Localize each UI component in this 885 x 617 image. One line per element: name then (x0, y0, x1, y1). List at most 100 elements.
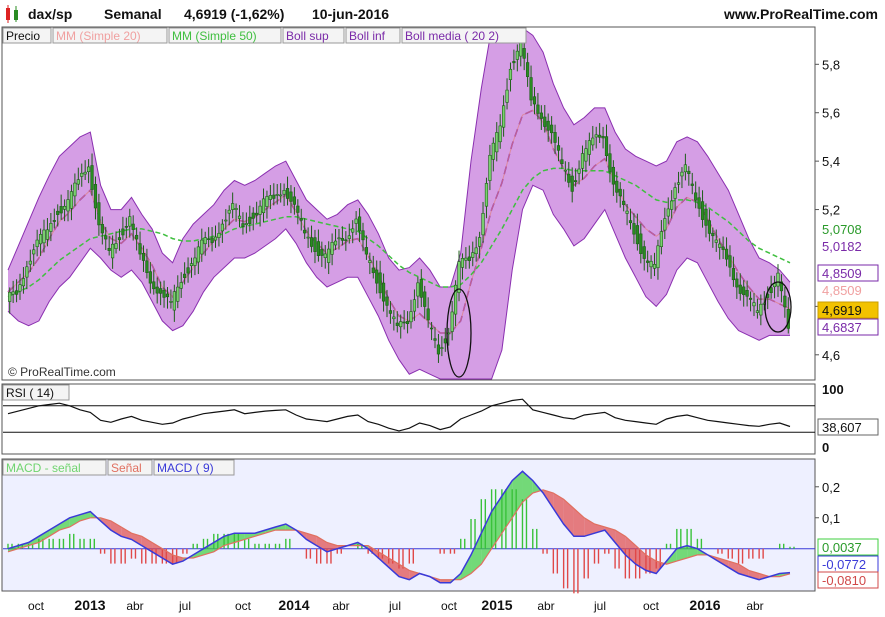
x-tick-label: oct (441, 599, 458, 613)
candle-body (183, 273, 187, 278)
candle-body (337, 237, 341, 240)
candle-body (114, 243, 118, 249)
candle-body (488, 154, 492, 181)
candle-body (100, 223, 104, 234)
candle-body (409, 311, 413, 323)
candle-body (399, 321, 403, 328)
candle-body (351, 228, 355, 233)
candle-body (560, 159, 564, 165)
candle-body (433, 338, 437, 341)
candle-body (752, 302, 756, 307)
candle-body (700, 201, 705, 220)
rsi-panel (1, 383, 816, 455)
candle-body (628, 220, 633, 224)
header: dax/sp Semanal 4,6919 (-1,62%) 10-jun-20… (6, 5, 878, 23)
candle-body (45, 229, 50, 240)
candle-body (323, 253, 327, 259)
candle-body (690, 183, 694, 186)
candle-body (467, 256, 471, 261)
candle-body (491, 142, 495, 160)
candle-body (327, 248, 331, 263)
legend-boll-inf: Boll inf (349, 29, 386, 43)
candle-body (731, 268, 736, 281)
candle-body (227, 209, 231, 214)
candle-body (368, 260, 372, 263)
candle-body (676, 182, 681, 185)
candle-body (742, 286, 746, 296)
candle-body (59, 206, 63, 214)
candle-body (231, 203, 235, 210)
candle-body (474, 247, 478, 255)
candle-body (604, 136, 609, 157)
candle-body (539, 112, 543, 119)
tag-signal: -0,0810 (817, 571, 879, 589)
candle-body (436, 344, 441, 355)
candle-body (124, 226, 128, 228)
candle-body (344, 239, 348, 242)
candle-body (618, 188, 622, 197)
candle-body (508, 68, 513, 80)
candle-body (42, 229, 46, 244)
candle-body (87, 166, 91, 172)
candle-body (224, 219, 228, 222)
date-label: 10-jun-2016 (312, 6, 389, 22)
candle-body (268, 195, 272, 200)
candle-body (666, 208, 670, 217)
tag-boll-media: 5,0182 (817, 237, 879, 255)
tag-layer: 5,0708 5,0182 4,8509 4,8509 4,6919 4,6837 38,6… (817, 220, 879, 589)
candle-body (478, 237, 482, 247)
candle-body (69, 191, 74, 209)
x-tick-label: jul (388, 599, 401, 613)
candle-body (165, 293, 170, 298)
candle-body (608, 153, 612, 173)
candle-body (502, 105, 506, 128)
candle-body (279, 194, 283, 197)
candle-body (11, 291, 15, 295)
candle-body (498, 125, 502, 143)
candle-body (711, 232, 715, 237)
candle-body (495, 132, 499, 153)
candle-body (261, 198, 266, 214)
legend-rsi-label: RSI ( 14) (6, 386, 54, 400)
candle-body (574, 180, 578, 183)
candle-body (505, 89, 509, 103)
candle-body (52, 220, 56, 222)
candle-body (748, 297, 753, 300)
candle-body (440, 347, 444, 349)
candle-body (93, 184, 98, 209)
candle-body (601, 136, 605, 139)
chart-window: { "header": { "symbol": "dax/sp", "perio… (0, 0, 885, 617)
candle-body (598, 134, 602, 138)
candle-body (550, 124, 554, 134)
candle-body (776, 272, 780, 287)
candle-body (275, 194, 279, 196)
candle-body (526, 62, 530, 77)
chart-svg: 4,64,85,25,45,65,801000,20,1oct2013abrju… (1, 5, 879, 613)
candle-body (707, 220, 711, 234)
macd-tick-label: 0,2 (822, 480, 840, 495)
candle-body (35, 239, 39, 248)
candle-body (38, 234, 43, 245)
candle-body (145, 260, 149, 273)
candle-body (244, 223, 248, 225)
candle-body (80, 172, 84, 177)
candle-body (395, 322, 399, 326)
candle-body (429, 327, 434, 330)
candle-body (735, 278, 739, 288)
candle-body (580, 153, 585, 169)
candle-body (471, 252, 475, 258)
candle-body (169, 301, 173, 303)
watermark: © ProRealTime.com (8, 365, 116, 379)
candle-body (241, 223, 245, 227)
candle-body (392, 316, 396, 320)
candle-body (611, 166, 615, 185)
candle-body (330, 242, 334, 255)
candle-body (251, 212, 255, 219)
candle-body (364, 247, 369, 255)
tag-sma20-text: 4,8509 (822, 283, 862, 298)
candle-body (512, 61, 516, 64)
candle-body (97, 202, 101, 226)
candle-body (718, 243, 722, 248)
candle-body (546, 120, 550, 131)
candle-body (567, 173, 571, 183)
